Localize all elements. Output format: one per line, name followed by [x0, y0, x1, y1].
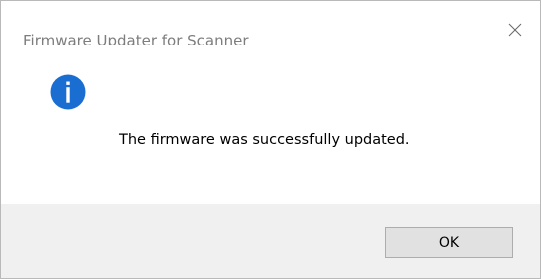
dialog-content [1, 45, 540, 203]
message-text: The firmware was successfully updated. [119, 132, 410, 148]
ok-button[interactable]: OK [385, 227, 513, 258]
message-dialog: Firmware Updater for Scanner The firmwar… [0, 0, 541, 279]
title-bar: Firmware Updater for Scanner [1, 1, 540, 50]
close-icon [508, 23, 522, 37]
close-button[interactable] [490, 17, 540, 43]
info-icon [50, 74, 86, 110]
